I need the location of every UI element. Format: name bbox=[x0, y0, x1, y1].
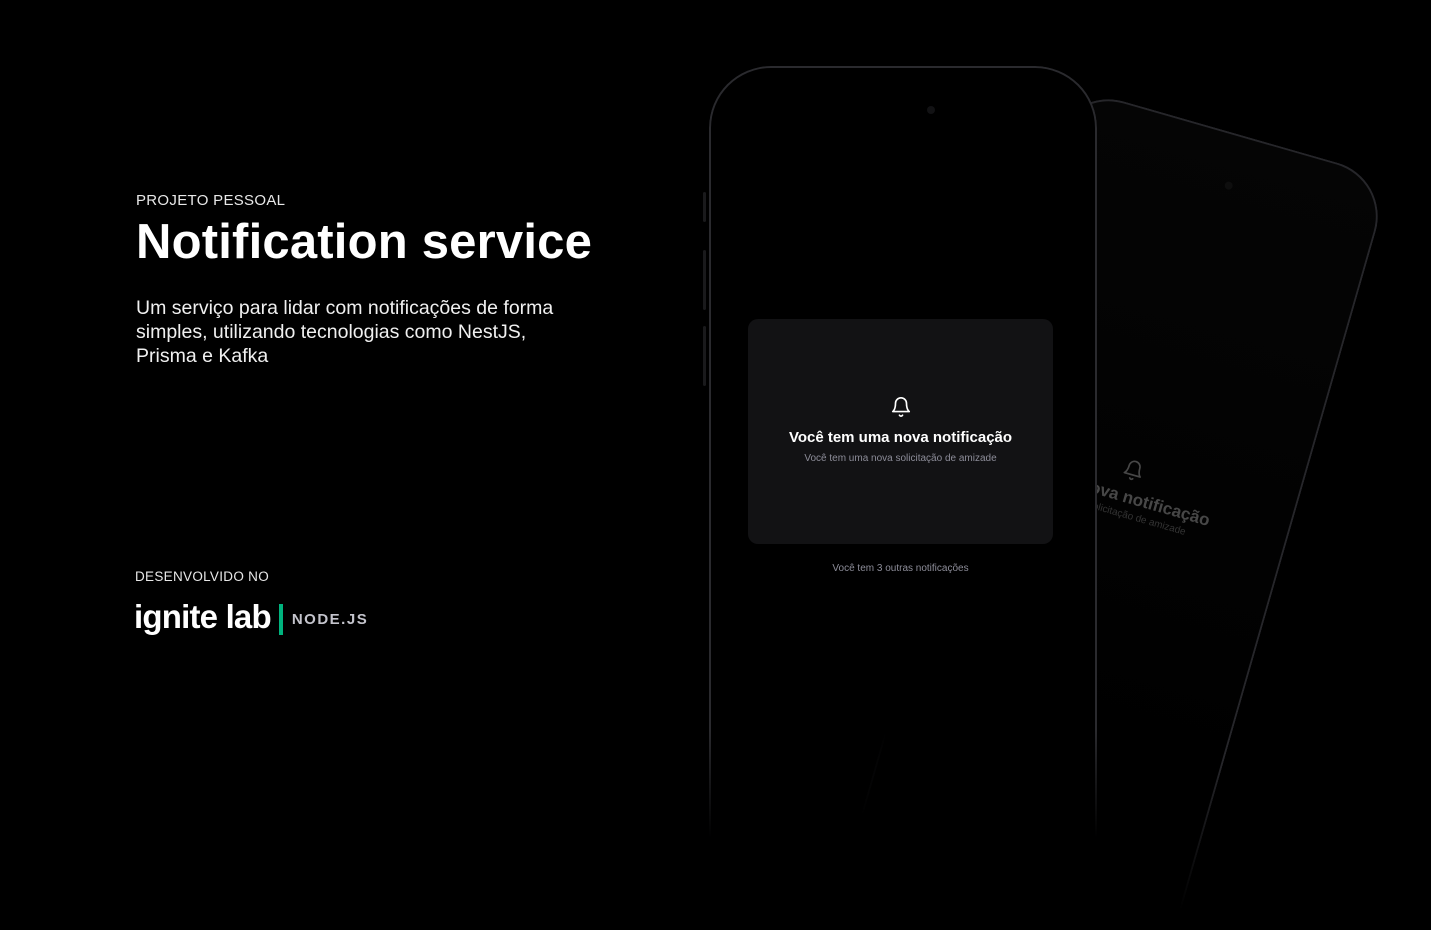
brand-tech: NODE.JS bbox=[291, 610, 369, 628]
side-button bbox=[703, 192, 706, 222]
notification-card[interactable]: Você tem uma nova notificação Você tem u… bbox=[748, 319, 1053, 544]
ignite-lab-logo: ignite lab NODE.JS bbox=[134, 597, 368, 637]
camera-dot bbox=[1223, 180, 1234, 191]
bell-icon bbox=[1123, 460, 1141, 481]
brand-name: ignite lab bbox=[134, 598, 272, 635]
page-title: Notification service bbox=[136, 215, 593, 269]
side-button bbox=[703, 250, 706, 310]
camera-dot bbox=[927, 106, 935, 114]
notification-title: Você tem uma nova notificação bbox=[788, 429, 1013, 446]
other-notifications-text: Você tem 3 outras notificações bbox=[832, 563, 969, 574]
project-eyebrow: PROJETO PESSOAL bbox=[136, 192, 286, 209]
bell-icon bbox=[891, 397, 911, 417]
notification-subtitle: Você tem uma nova solicitação de amizade bbox=[804, 453, 997, 464]
brand-divider bbox=[278, 603, 283, 635]
side-button bbox=[703, 326, 706, 386]
developed-at-label: DESENVOLVIDO NO bbox=[135, 569, 270, 584]
project-description: Um serviço para lidar com notificações d… bbox=[136, 297, 554, 367]
